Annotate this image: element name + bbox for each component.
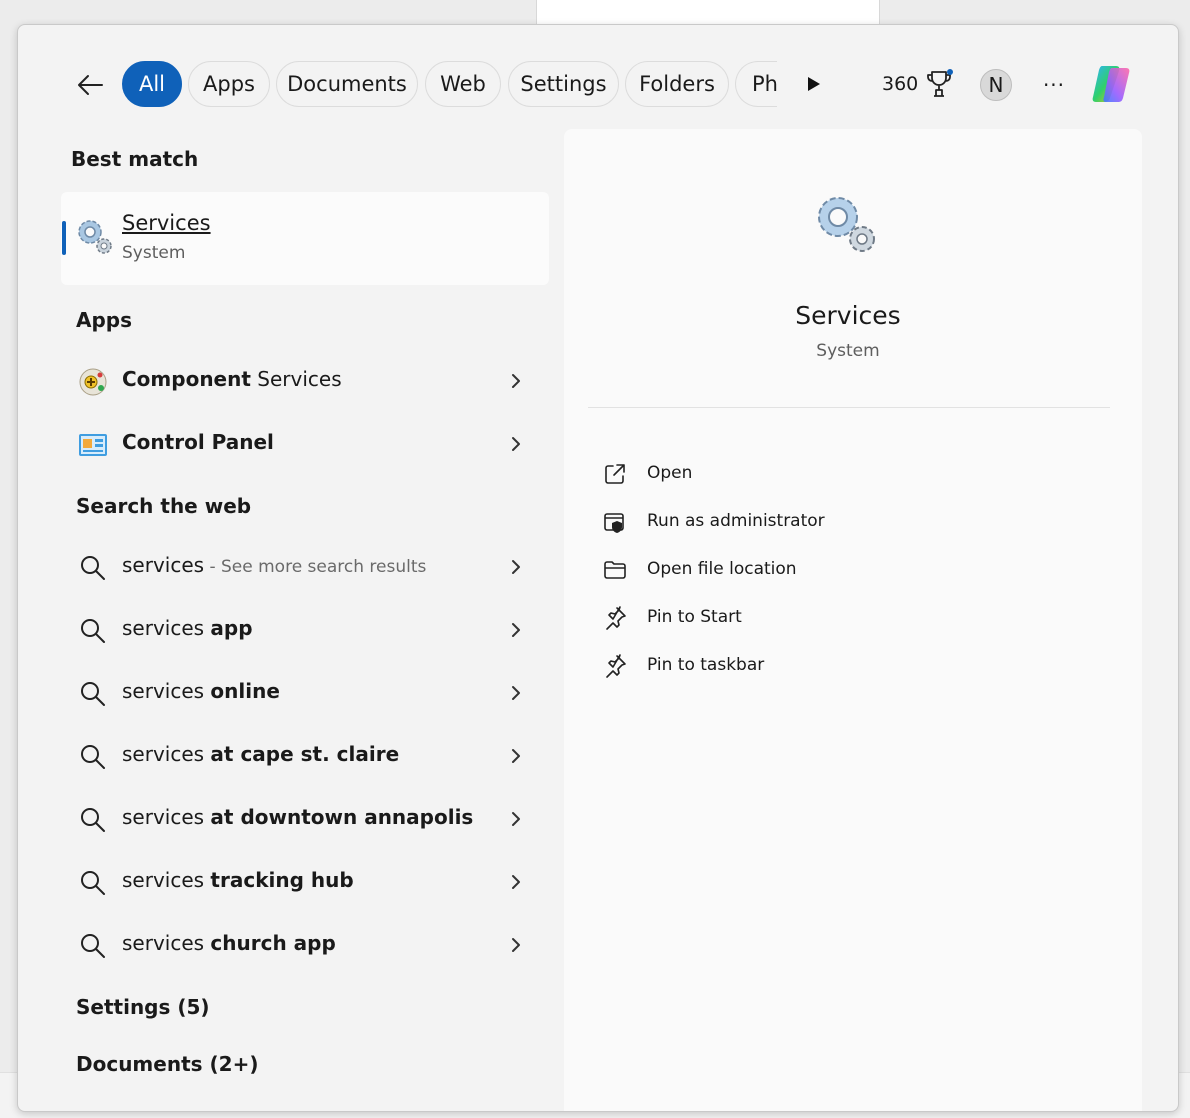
web-query-suggestion: at cape st. claire bbox=[210, 742, 400, 766]
chevron-right-icon[interactable] bbox=[505, 618, 527, 642]
trophy-icon[interactable] bbox=[926, 69, 954, 99]
chevron-right-icon[interactable] bbox=[505, 369, 527, 393]
action-run-as-admin[interactable]: Run as administrator bbox=[602, 503, 1002, 543]
chevron-right-icon[interactable] bbox=[505, 744, 527, 768]
search-panel: All Apps Documents Web Settings Folders … bbox=[17, 24, 1179, 1112]
action-open-file-location[interactable]: Open file location bbox=[602, 551, 1002, 591]
play-arrow-icon bbox=[808, 77, 820, 91]
chevron-right-icon[interactable] bbox=[505, 681, 527, 705]
action-pin-to-taskbar[interactable]: Pin to taskbar bbox=[602, 647, 1002, 687]
shield-icon bbox=[604, 513, 624, 533]
action-pin-to-start[interactable]: Pin to Start bbox=[602, 599, 1002, 639]
search-icon bbox=[81, 619, 105, 643]
web-query: services bbox=[122, 868, 211, 892]
more-options-button[interactable]: ··· bbox=[1040, 71, 1068, 99]
app-name-bold: Control Panel bbox=[122, 430, 274, 454]
best-match-subtitle: System bbox=[122, 243, 186, 263]
tab-folders[interactable]: Folders bbox=[625, 61, 729, 107]
best-match-card[interactable] bbox=[61, 192, 549, 285]
web-query: services bbox=[122, 805, 211, 829]
chevron-right-icon[interactable] bbox=[505, 555, 527, 579]
chevron-right-icon[interactable] bbox=[505, 807, 527, 831]
divider bbox=[588, 407, 1110, 408]
web-result-row[interactable]: services at cape st. claire bbox=[61, 728, 549, 784]
action-label: Pin to Start bbox=[647, 607, 742, 627]
open-external-icon bbox=[605, 464, 625, 484]
chevron-right-icon[interactable] bbox=[505, 432, 527, 456]
web-result-row[interactable]: services tracking hub bbox=[61, 854, 549, 910]
web-query-suggestion: tracking hub bbox=[210, 868, 354, 892]
background-window-strip bbox=[536, 0, 880, 24]
search-icon bbox=[81, 682, 105, 706]
search-icon bbox=[81, 934, 105, 958]
chevron-right-icon[interactable] bbox=[505, 933, 527, 957]
search-icon bbox=[81, 556, 105, 580]
tab-web[interactable]: Web bbox=[425, 61, 501, 107]
back-arrow-icon bbox=[78, 75, 103, 95]
search-web-heading: Search the web bbox=[76, 494, 252, 518]
action-label: Run as administrator bbox=[647, 511, 825, 531]
apps-heading: Apps bbox=[76, 308, 133, 332]
web-result-row[interactable]: services church app bbox=[61, 917, 549, 973]
search-icon bbox=[81, 871, 105, 895]
tab-all[interactable]: All bbox=[122, 61, 182, 107]
action-label: Open file location bbox=[647, 559, 797, 579]
gears-icon bbox=[812, 191, 882, 257]
detail-subtitle: System bbox=[816, 341, 880, 361]
web-result-row[interactable]: services app bbox=[61, 602, 549, 658]
documents-section-heading[interactable]: Documents (2+) bbox=[76, 1052, 258, 1076]
detail-pane: Services System Open Run as administrato… bbox=[564, 129, 1142, 1111]
app-name-rest: Services bbox=[250, 367, 342, 391]
settings-section-heading[interactable]: Settings (5) bbox=[76, 995, 210, 1019]
tab-documents[interactable]: Documents bbox=[276, 61, 418, 107]
avatar[interactable]: N bbox=[980, 69, 1012, 101]
web-query: services bbox=[122, 679, 211, 703]
search-icon bbox=[81, 808, 105, 832]
action-label: Open bbox=[647, 463, 693, 483]
web-result-row[interactable]: services at downtown annapolis bbox=[61, 791, 549, 847]
component-services-icon bbox=[77, 366, 109, 398]
scroll-tabs-button[interactable] bbox=[804, 73, 824, 95]
selection-indicator bbox=[62, 221, 66, 255]
tab-apps[interactable]: Apps bbox=[188, 61, 270, 107]
search-icon bbox=[81, 745, 105, 769]
action-open[interactable]: Open bbox=[602, 455, 1002, 495]
chevron-right-icon[interactable] bbox=[505, 870, 527, 894]
web-query: services bbox=[122, 616, 211, 640]
app-item-component-services[interactable]: Component Services bbox=[61, 353, 549, 409]
best-match-heading: Best match bbox=[71, 147, 199, 171]
action-label: Pin to taskbar bbox=[647, 655, 765, 675]
pin-icon bbox=[606, 654, 626, 678]
app-name-bold: Component bbox=[122, 367, 251, 391]
gears-icon bbox=[75, 217, 115, 257]
detail-title: Services bbox=[795, 301, 901, 330]
app-item-control-panel[interactable]: Control Panel bbox=[61, 416, 549, 472]
web-see-more: - See more search results bbox=[204, 557, 427, 577]
web-query-suggestion: online bbox=[210, 679, 280, 703]
web-query-suggestion: church app bbox=[210, 931, 336, 955]
pin-icon bbox=[606, 606, 626, 630]
web-query: services bbox=[122, 553, 205, 577]
copilot-icon[interactable] bbox=[1088, 60, 1136, 108]
rewards-points[interactable]: 360 bbox=[882, 73, 918, 95]
tab-settings[interactable]: Settings bbox=[508, 61, 619, 107]
back-button[interactable] bbox=[72, 67, 108, 103]
best-match-title[interactable]: Services bbox=[122, 211, 211, 235]
web-query: services bbox=[122, 742, 211, 766]
web-result-row[interactable]: services - See more search results bbox=[61, 539, 549, 595]
web-query-suggestion: at downtown annapolis bbox=[210, 805, 474, 829]
control-panel-icon bbox=[77, 429, 109, 461]
web-query-suggestion: app bbox=[210, 616, 253, 640]
web-result-row[interactable]: services online bbox=[61, 665, 549, 721]
folder-icon bbox=[604, 561, 626, 579]
web-query: services bbox=[122, 931, 211, 955]
tab-photos[interactable]: Ph bbox=[735, 61, 778, 107]
